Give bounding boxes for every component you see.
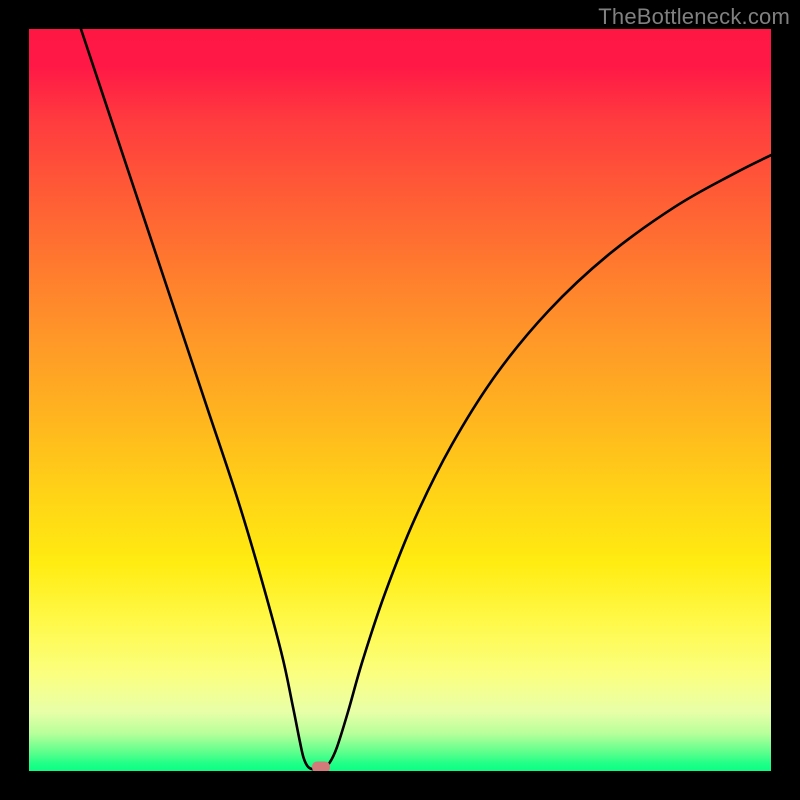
optimal-marker [312, 762, 330, 771]
plot-area [29, 29, 771, 771]
attribution-label: TheBottleneck.com [598, 4, 790, 30]
bottleneck-curve [29, 29, 771, 771]
chart-root: TheBottleneck.com [0, 0, 800, 800]
